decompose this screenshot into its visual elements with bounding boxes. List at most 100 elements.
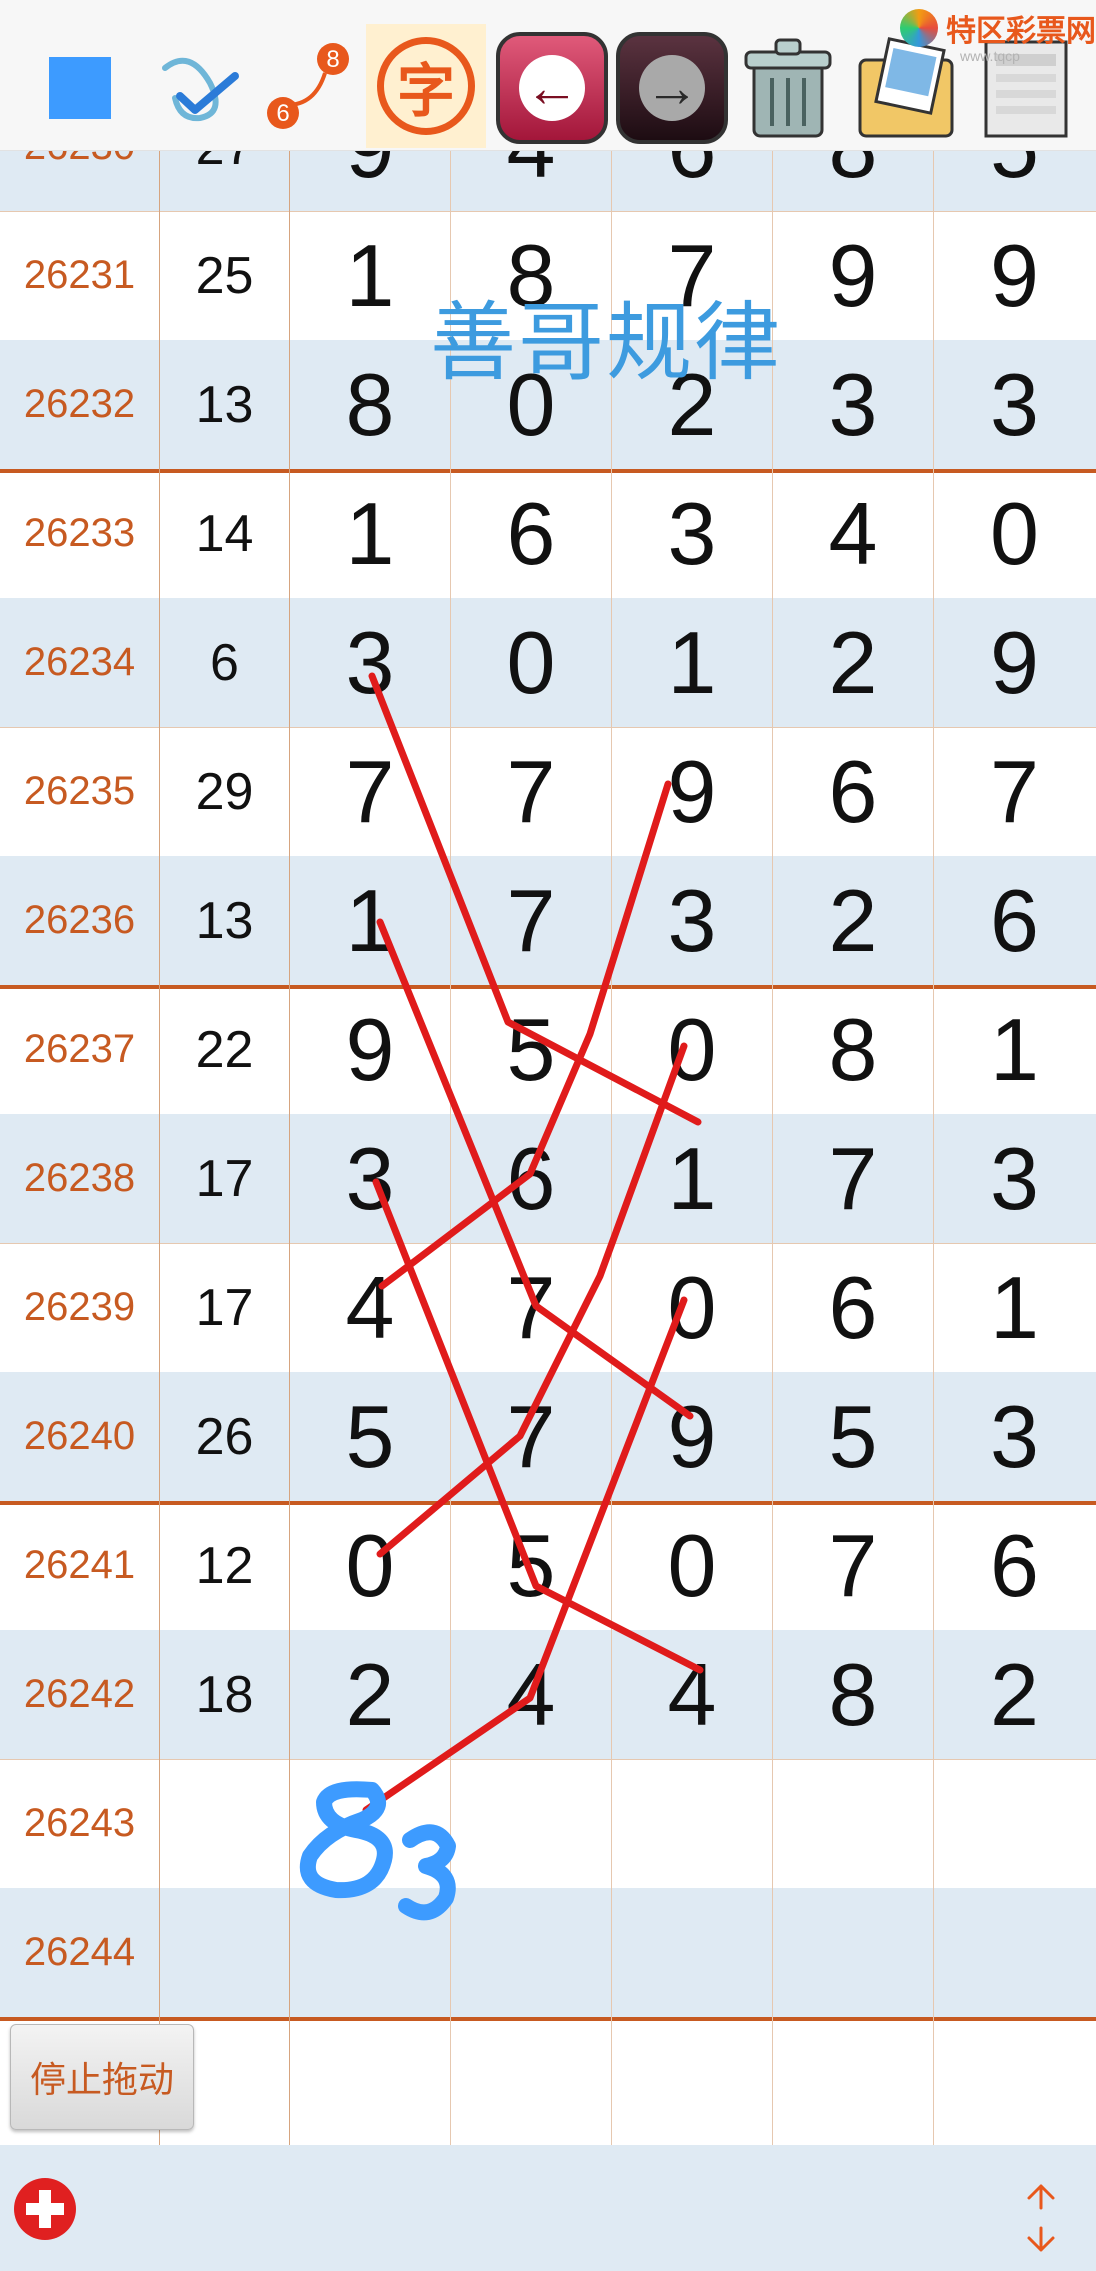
site-logo: 特区彩票网 www.tqcp	[900, 8, 1096, 64]
digit-cell[interactable]: 3	[290, 1114, 451, 1243]
badge-bottom: 6	[276, 100, 289, 127]
digit-cell[interactable]: 4	[451, 1630, 612, 1759]
digit-cell[interactable]: 3	[290, 598, 451, 727]
add-icon[interactable]	[14, 2178, 76, 2240]
digit-cell[interactable]	[290, 1759, 451, 1888]
draw-number: 26237	[0, 985, 160, 1114]
next-button[interactable]: →	[612, 28, 732, 148]
digit-cell[interactable]: 9	[934, 211, 1095, 340]
logo-text: 特区彩票网	[946, 14, 1096, 49]
digit-cell[interactable]: 4	[773, 469, 934, 598]
digit-cell[interactable]	[773, 1759, 934, 1888]
digit-cell[interactable]: 0	[451, 598, 612, 727]
digit-cell[interactable]: 9	[612, 727, 773, 856]
sum-value: 18	[160, 1630, 290, 1759]
digit-cell[interactable]	[934, 1759, 1095, 1888]
digit-cell[interactable]: 7	[451, 727, 612, 856]
digit-cell[interactable]: 9	[290, 985, 451, 1114]
resize-vertical-icon[interactable]	[1016, 2180, 1066, 2256]
digit-cell[interactable]: 0	[934, 469, 1095, 598]
digit-cell[interactable]	[773, 1888, 934, 2017]
digit-cell[interactable]: 0	[612, 1501, 773, 1630]
digit-cell[interactable]	[451, 1759, 612, 1888]
digit-cell[interactable]	[934, 2017, 1095, 2146]
digit-cell[interactable]: 6	[451, 1114, 612, 1243]
digit-cell[interactable]	[290, 2017, 451, 2146]
digit-cell[interactable]: 1	[290, 469, 451, 598]
color-square-tool[interactable]	[20, 28, 140, 148]
draw-number: 26234	[0, 598, 160, 727]
digit-cell[interactable]: 1	[612, 1114, 773, 1243]
digit-cell[interactable]: 6	[934, 856, 1095, 985]
bottom-bar	[0, 2145, 1096, 2271]
digit-cell[interactable]: 1	[290, 211, 451, 340]
digit-cell[interactable]: 5	[773, 1372, 934, 1501]
digit-cell[interactable]: 3	[934, 1114, 1095, 1243]
digit-cell[interactable]: 2	[290, 1630, 451, 1759]
table-row: 26243	[0, 1759, 1096, 1889]
digit-cell[interactable]: 6	[773, 727, 934, 856]
digit-cell[interactable]: 8	[773, 985, 934, 1114]
digit-cell[interactable]: 2	[773, 598, 934, 727]
digit-cell[interactable]: 1	[934, 985, 1095, 1114]
digit-cell[interactable]: 4	[612, 1630, 773, 1759]
prev-button[interactable]: ←	[492, 28, 612, 148]
digit-cell[interactable]: 9	[612, 1372, 773, 1501]
digit-cell[interactable]	[290, 1888, 451, 2017]
table-row: 26244	[0, 1888, 1096, 2021]
digit-cell[interactable]: 3	[773, 340, 934, 469]
table-row: 26241 12 0 5 0 7 6	[0, 1501, 1096, 1631]
number-link-tool[interactable]: 8 6	[250, 28, 370, 148]
sum-value: 13	[160, 856, 290, 985]
digit-cell[interactable]: 4	[290, 1243, 451, 1372]
digit-cell[interactable]: 1	[934, 1243, 1095, 1372]
digit-cell[interactable]	[612, 2017, 773, 2146]
digit-cell[interactable]: 5	[451, 1501, 612, 1630]
sum-value: 14	[160, 469, 290, 598]
digit-cell[interactable]: 7	[451, 856, 612, 985]
digit-cell[interactable]: 7	[290, 727, 451, 856]
sum-value: 17	[160, 1243, 290, 1372]
digit-cell[interactable]: 2	[934, 1630, 1095, 1759]
digit-cell[interactable]: 7	[773, 1114, 934, 1243]
sum-value	[160, 1888, 290, 2017]
text-tool[interactable]: 字	[366, 24, 486, 148]
digit-cell[interactable]: 3	[612, 469, 773, 598]
digit-cell[interactable]: 2	[773, 856, 934, 985]
digit-cell[interactable]: 3	[934, 1372, 1095, 1501]
table-row: 26233 14 1 6 3 4 0	[0, 469, 1096, 599]
digit-cell[interactable]: 0	[290, 1501, 451, 1630]
right-arrow-icon: →	[639, 55, 705, 121]
digit-cell[interactable]	[934, 1888, 1095, 2017]
digit-cell[interactable]: 9	[934, 598, 1095, 727]
digit-cell[interactable]: 5	[290, 1372, 451, 1501]
digit-cell[interactable]: 9	[773, 211, 934, 340]
digit-cell[interactable]: 7	[451, 1372, 612, 1501]
digit-cell[interactable]: 8	[290, 340, 451, 469]
number-link-icon: 8 6	[267, 43, 349, 129]
digit-cell[interactable]: 8	[773, 1630, 934, 1759]
digit-cell[interactable]: 3	[612, 856, 773, 985]
digit-cell[interactable]: 5	[451, 985, 612, 1114]
stop-drag-button[interactable]: 停止拖动	[10, 2024, 194, 2130]
digit-cell[interactable]: 6	[773, 1243, 934, 1372]
digit-cell[interactable]: 0	[612, 1243, 773, 1372]
trash-button[interactable]	[728, 28, 848, 148]
draw-number: 26231	[0, 211, 160, 340]
digit-cell[interactable]: 6	[451, 469, 612, 598]
digit-cell[interactable]: 6	[934, 1501, 1095, 1630]
digit-cell[interactable]	[612, 1888, 773, 2017]
digit-cell[interactable]: 7	[451, 1243, 612, 1372]
digit-cell[interactable]: 1	[612, 598, 773, 727]
digit-cell[interactable]	[451, 2017, 612, 2146]
digit-cell[interactable]: 3	[934, 340, 1095, 469]
digit-cell[interactable]	[773, 2017, 934, 2146]
digit-cell[interactable]: 0	[612, 985, 773, 1114]
digit-cell[interactable]: 1	[290, 856, 451, 985]
digit-cell[interactable]: 7	[934, 727, 1095, 856]
digit-cell[interactable]	[612, 1759, 773, 1888]
check-tool[interactable]	[140, 28, 260, 148]
digit-cell[interactable]: 7	[773, 1501, 934, 1630]
digit-cell[interactable]	[451, 1888, 612, 2017]
sum-value: 26	[160, 1372, 290, 1501]
